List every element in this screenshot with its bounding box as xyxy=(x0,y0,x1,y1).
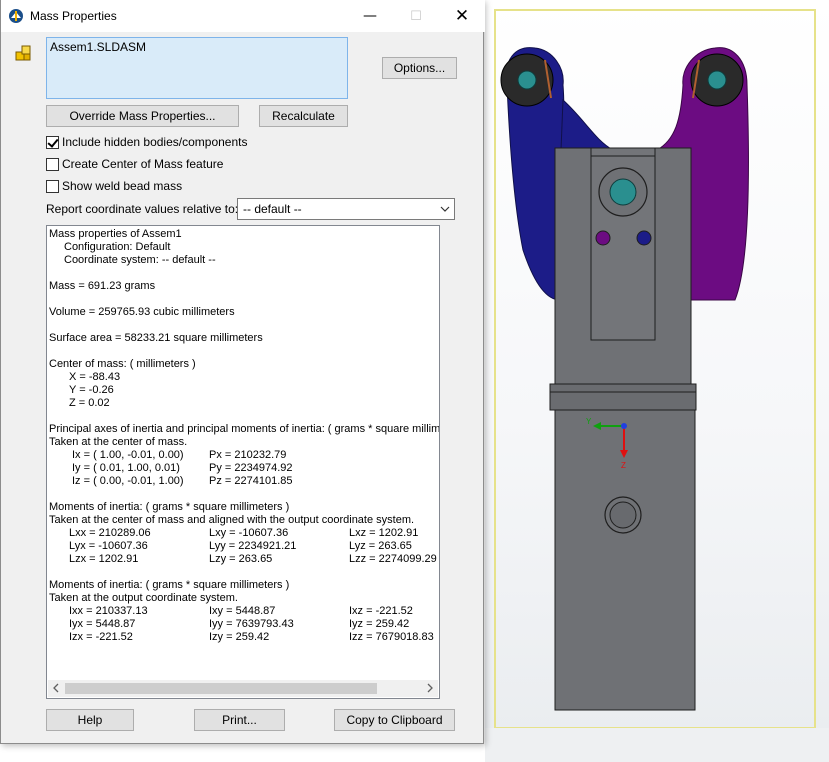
report-moi-com-row: Lyx = -10607.36 Lyy = 2234921.21 Lyz = 2… xyxy=(49,540,439,553)
report-principal-row: Iy = ( 0.01, 1.00, 0.01) Py = 2234974.92 xyxy=(49,462,439,475)
moi-value: Ixx = 210337.13 xyxy=(69,605,148,617)
report-moi-com-row: Lzx = 1202.91 Lzy = 263.65 Lzz = 2274099… xyxy=(49,553,439,566)
assembly-model: Y Z xyxy=(485,9,829,762)
principal-axis: Iz = ( 0.00, -0.01, 1.00) xyxy=(72,475,184,487)
mass-properties-dialog: Mass Properties — ☐ ✕ Assem1.SLDASM Opti… xyxy=(0,0,485,744)
moi-value: Ixz = -221.52 xyxy=(349,605,413,617)
report-com-z: Z = 0.02 xyxy=(69,397,110,409)
principal-moment: Px = 210232.79 xyxy=(209,449,287,461)
triad-y-label: Y xyxy=(586,417,592,426)
model-viewport[interactable]: Y Z xyxy=(485,0,829,762)
report-moi-out-row: Ixx = 210337.13 Ixy = 5448.87 Ixz = -221… xyxy=(49,605,439,618)
report-header: Mass properties of Assem1 xyxy=(49,228,182,240)
moi-value: Lyy = 2234921.21 xyxy=(209,540,297,552)
copy-to-clipboard-button[interactable]: Copy to Clipboard xyxy=(334,709,455,731)
create-com-checkbox[interactable] xyxy=(46,157,59,171)
report-moi-out-row: Iyx = 5448.87 Iyy = 7639793.43 Iyz = 259… xyxy=(49,618,439,631)
horizontal-scrollbar[interactable] xyxy=(48,680,438,697)
recalculate-button[interactable]: Recalculate xyxy=(259,105,348,127)
help-button[interactable]: Help xyxy=(46,709,134,731)
principal-moment: Py = 2234974.92 xyxy=(209,462,293,474)
report-moi-com-title: Moments of inertia: ( grams * square mil… xyxy=(49,501,290,513)
collar xyxy=(549,383,697,411)
minimize-button[interactable]: — xyxy=(347,0,393,32)
moi-value: Iyy = 7639793.43 xyxy=(209,618,294,630)
report-moi-out-row: Izx = -221.52 Izy = 259.42 Izz = 7679018… xyxy=(49,631,439,644)
chevron-down-icon xyxy=(440,206,450,212)
print-button[interactable]: Print... xyxy=(194,709,285,731)
report-principal-title: Principal axes of inertia and principal … xyxy=(49,423,440,435)
options-button[interactable]: Options... xyxy=(382,57,457,79)
coordinate-system-label: Report coordinate values relative to: xyxy=(46,202,239,216)
principal-axis: Iy = ( 0.01, 1.00, 0.01) xyxy=(72,462,180,474)
triad-z-label: Z xyxy=(621,461,626,470)
scroll-right-icon[interactable] xyxy=(425,683,435,693)
include-hidden-label: Include hidden bodies/components xyxy=(62,135,248,149)
report-principal-sub: Taken at the center of mass. xyxy=(49,436,188,448)
moi-value: Iyx = 5448.87 xyxy=(69,618,136,630)
include-hidden-checkbox[interactable] xyxy=(46,135,59,149)
selected-assembly[interactable]: Assem1.SLDASM xyxy=(50,40,146,54)
moi-value: Lxz = 1202.91 xyxy=(349,527,419,539)
report-com-x: X = -88.43 xyxy=(69,371,121,383)
moi-value: Izy = 259.42 xyxy=(209,631,270,643)
report-principal-row: Iz = ( 0.00, -0.01, 1.00) Pz = 2274101.8… xyxy=(49,475,439,488)
selection-list[interactable]: Assem1.SLDASM xyxy=(46,37,348,99)
weld-bead-checkbox[interactable] xyxy=(46,179,59,193)
report-mass: Mass = 691.23 grams xyxy=(49,280,156,292)
assembly-icon xyxy=(15,45,31,61)
moi-value: Iyz = 259.42 xyxy=(349,618,410,630)
weld-bead-label: Show weld bead mass xyxy=(62,179,183,193)
report-moi-out-title: Moments of inertia: ( grams * square mil… xyxy=(49,579,290,591)
include-hidden-checkbox-row[interactable]: Include hidden bodies/components xyxy=(46,134,247,150)
report-principal-row: Ix = ( 1.00, -0.01, 0.00) Px = 210232.79 xyxy=(49,449,439,462)
coordinate-system-select[interactable]: -- default -- xyxy=(237,198,455,220)
report-com-title: Center of mass: ( millimeters ) xyxy=(49,358,196,370)
moi-value: Lxy = -10607.36 xyxy=(209,527,289,539)
mass-properties-icon xyxy=(9,9,23,23)
report-com-y: Y = -0.26 xyxy=(69,384,114,396)
moi-value: Ixy = 5448.87 xyxy=(209,605,276,617)
close-button[interactable]: ✕ xyxy=(439,0,485,32)
moi-value: Lxx = 210289.06 xyxy=(69,527,151,539)
report-moi-out-sub: Taken at the output coordinate system. xyxy=(49,592,238,604)
report-coordinate-system: Coordinate system: -- default -- xyxy=(64,254,216,266)
weld-bead-checkbox-row[interactable]: Show weld bead mass xyxy=(46,178,182,194)
moi-value: Lyz = 263.65 xyxy=(349,540,412,552)
report-moi-com-sub: Taken at the center of mass and aligned … xyxy=(49,514,415,526)
create-com-label: Create Center of Mass feature xyxy=(62,157,224,171)
principal-moment: Pz = 2274101.85 xyxy=(209,475,293,487)
moi-value: Lzy = 263.65 xyxy=(209,553,273,565)
scrollbar-thumb[interactable] xyxy=(65,683,377,694)
window-title: Mass Properties xyxy=(30,9,117,23)
moi-value: Lyx = -10607.36 xyxy=(69,540,148,552)
principal-axis: Ix = ( 1.00, -0.01, 0.00) xyxy=(72,449,184,461)
moi-value: Lzz = 2274099.29 xyxy=(349,553,437,565)
override-mass-properties-button[interactable]: Override Mass Properties... xyxy=(46,105,239,127)
moi-value: Izx = -221.52 xyxy=(69,631,133,643)
report-surface-area: Surface area = 58233.21 square millimete… xyxy=(49,332,263,344)
moi-value: Lzx = 1202.91 xyxy=(69,553,139,565)
mass-properties-report[interactable]: Mass properties of Assem1 Configuration:… xyxy=(46,225,440,699)
maximize-button[interactable]: ☐ xyxy=(393,0,439,32)
create-com-checkbox-row[interactable]: Create Center of Mass feature xyxy=(46,156,223,172)
report-volume: Volume = 259765.93 cubic millimeters xyxy=(49,306,235,318)
scroll-left-icon[interactable] xyxy=(51,683,61,693)
title-bar[interactable]: Mass Properties — ☐ ✕ xyxy=(1,0,485,32)
coordinate-system-value: -- default -- xyxy=(243,202,302,216)
moi-value: Izz = 7679018.83 xyxy=(349,631,434,643)
report-moi-com-row: Lxx = 210289.06 Lxy = -10607.36 Lxz = 12… xyxy=(49,527,439,540)
report-configuration: Configuration: Default xyxy=(64,241,171,253)
